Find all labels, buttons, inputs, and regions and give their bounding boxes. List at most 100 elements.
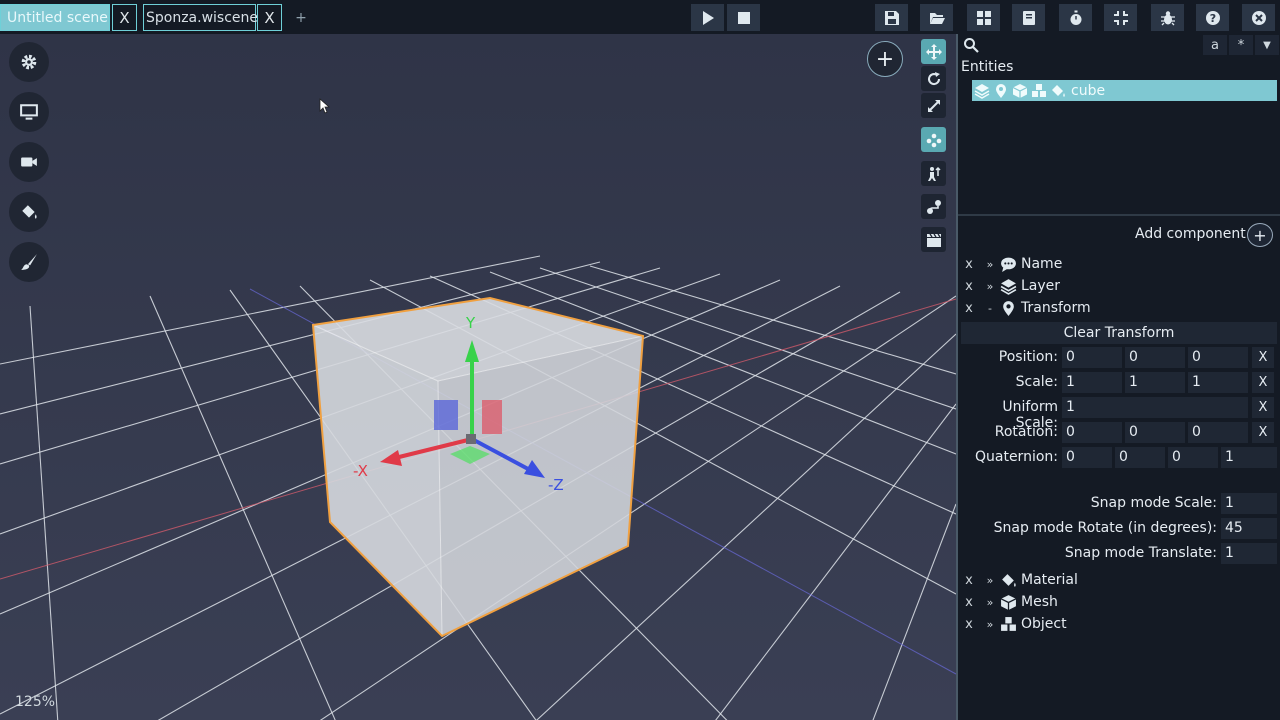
add-entity-button[interactable]: +	[867, 41, 903, 77]
close-label: X	[119, 8, 130, 27]
top-bar: Untitled scene X Sponza.wiscene X + ?	[0, 0, 1280, 34]
translate-tool[interactable]	[921, 39, 946, 64]
settings-button[interactable]	[9, 42, 49, 82]
tab-close-button[interactable]: X	[257, 4, 282, 31]
remove-component-button[interactable]: x	[958, 573, 980, 588]
collapse-toggle[interactable]: »	[980, 596, 1000, 609]
graphics-button[interactable]	[9, 92, 49, 132]
cube-icon	[1012, 83, 1028, 98]
docs-button[interactable]	[1012, 4, 1045, 31]
camera-button[interactable]	[9, 142, 49, 182]
paint-tool-button[interactable]	[9, 242, 49, 282]
stop-button[interactable]	[727, 4, 760, 31]
save-icon	[884, 10, 899, 25]
rotation-x-field[interactable]: 0	[1062, 422, 1122, 443]
tab-close-button[interactable]: X	[112, 4, 137, 31]
scale-z-field[interactable]: 1	[1188, 372, 1248, 393]
uniform-scale-field[interactable]: 1	[1062, 397, 1248, 418]
folder-open-icon	[929, 12, 945, 24]
cinematic-tool[interactable]	[921, 227, 946, 252]
grid-line	[872, 503, 956, 720]
quaternion-label: Quaternion:	[974, 449, 1058, 465]
remove-component-button[interactable]: x	[958, 617, 980, 632]
collapse-toggle[interactable]: »	[980, 258, 1000, 271]
reset-scale-button[interactable]: X	[1252, 372, 1274, 393]
quaternion-y-field[interactable]: 0	[1115, 447, 1165, 468]
exit-button[interactable]	[1242, 4, 1275, 31]
play-button[interactable]	[691, 4, 724, 31]
position-y-field[interactable]: 0	[1125, 347, 1185, 368]
scale-x-field[interactable]: 1	[1062, 372, 1122, 393]
path-tool[interactable]	[921, 194, 946, 219]
snap-translate-field[interactable]: 1	[1221, 543, 1277, 564]
scale-tool[interactable]	[921, 93, 946, 118]
wildcard-toggle[interactable]: *	[1229, 35, 1253, 55]
grid-line	[29, 305, 59, 720]
collapse-toggle[interactable]: »	[980, 280, 1000, 293]
component-name[interactable]: x » Name	[958, 254, 1280, 274]
profiler-button[interactable]	[1059, 4, 1092, 31]
cubes-icon	[1032, 83, 1046, 97]
collapse-toggle[interactable]: -	[980, 302, 1000, 315]
hierarchy-icon	[926, 133, 941, 147]
scene-viewport[interactable]: Y -X -Z + 125%	[0, 34, 956, 720]
cubes-icon	[1001, 616, 1016, 631]
clear-transform-button[interactable]: Clear Transform	[961, 322, 1277, 344]
add-tab-button[interactable]: +	[290, 5, 312, 30]
gizmo-label-z: -Z	[548, 476, 564, 494]
plugins-button[interactable]	[967, 4, 1000, 31]
entity-row-cube[interactable]: cube	[972, 80, 1277, 101]
zoom-level: 125%	[15, 694, 56, 710]
plane-handle-xy	[482, 400, 502, 434]
rotation-z-field[interactable]: 0	[1188, 422, 1248, 443]
case-sensitive-toggle[interactable]: a	[1203, 35, 1227, 55]
remove-component-button[interactable]: x	[958, 301, 980, 316]
book-icon	[1022, 10, 1035, 25]
remove-component-button[interactable]: x	[958, 595, 980, 610]
collapse-toggle[interactable]: »	[980, 574, 1000, 587]
snap-scale-field[interactable]: 1	[1221, 493, 1277, 514]
materials-button[interactable]	[9, 192, 49, 232]
position-z-field[interactable]: 0	[1188, 347, 1248, 368]
hierarchy-tool[interactable]	[921, 127, 946, 152]
rotate-icon	[927, 71, 940, 85]
plane-handle-yz	[434, 400, 458, 430]
fullscreen-button[interactable]	[1104, 4, 1137, 31]
save-button[interactable]	[875, 4, 908, 31]
filter-dropdown[interactable]: ▼	[1255, 35, 1279, 55]
entity-search-input[interactable]	[982, 36, 1152, 54]
component-mesh[interactable]: x » Mesh	[958, 592, 1280, 612]
open-button[interactable]	[920, 4, 953, 31]
help-button[interactable]: ?	[1196, 4, 1229, 31]
quaternion-x-field[interactable]: 0	[1062, 447, 1112, 468]
paint-bucket-icon	[1002, 573, 1016, 587]
rotation-y-field[interactable]: 0	[1125, 422, 1185, 443]
component-object[interactable]: x » Object	[958, 614, 1280, 634]
humanoid-tool[interactable]	[921, 161, 946, 186]
component-material[interactable]: x » Material	[958, 570, 1280, 590]
component-transform[interactable]: x - Transform	[958, 298, 1280, 318]
clapperboard-icon	[926, 233, 941, 247]
clear-transform-label: Clear Transform	[1063, 325, 1175, 341]
bug-report-button[interactable]	[1151, 4, 1184, 31]
position-x-field[interactable]: 0	[1062, 347, 1122, 368]
play-icon	[702, 10, 714, 25]
scale-y-field[interactable]: 1	[1125, 372, 1185, 393]
remove-component-button[interactable]: x	[958, 279, 980, 294]
layers-icon	[974, 83, 990, 99]
remove-component-button[interactable]: x	[958, 257, 980, 272]
quaternion-w-field[interactable]: 1	[1221, 447, 1277, 468]
reset-rotation-button[interactable]: X	[1252, 422, 1274, 443]
quaternion-z-field[interactable]: 0	[1168, 447, 1218, 468]
add-component-button[interactable]: +	[1247, 223, 1273, 247]
rotate-tool[interactable]	[921, 66, 946, 91]
tab-sponza[interactable]: Sponza.wiscene	[143, 4, 259, 31]
tab-label: Sponza.wiscene	[146, 9, 259, 26]
translate-icon	[925, 43, 942, 60]
component-layer[interactable]: x » Layer	[958, 276, 1280, 296]
reset-uniform-scale-button[interactable]: X	[1252, 397, 1274, 418]
tab-untitled-scene[interactable]: Untitled scene	[0, 4, 110, 31]
collapse-toggle[interactable]: »	[980, 618, 1000, 631]
snap-rotate-field[interactable]: 45	[1221, 518, 1277, 539]
reset-position-button[interactable]: X	[1252, 347, 1274, 368]
